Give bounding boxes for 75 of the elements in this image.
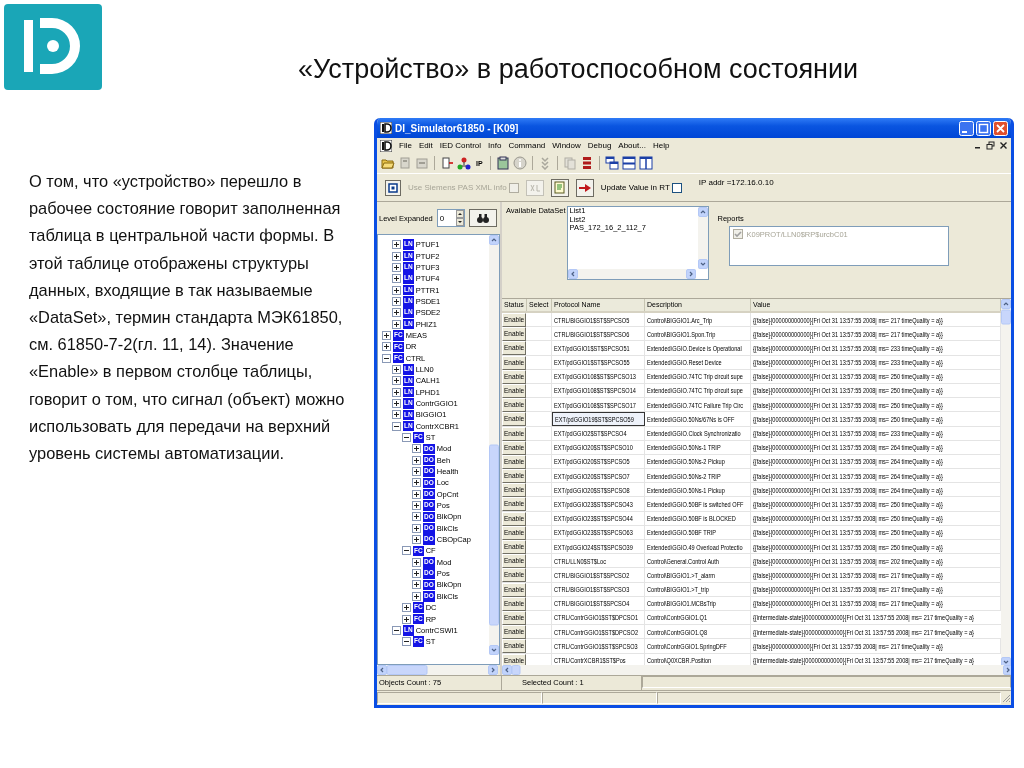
expand-icon[interactable] <box>392 364 401 374</box>
expand-icon[interactable] <box>412 523 421 533</box>
expand-icon[interactable] <box>392 240 401 250</box>
expand-icon[interactable] <box>392 262 401 272</box>
collapse-icon[interactable] <box>392 421 401 431</box>
expand-icon[interactable] <box>382 330 391 340</box>
scrollbar[interactable] <box>698 207 709 269</box>
collapse-icon[interactable] <box>402 546 411 556</box>
checkbox-label: Update Value in RT <box>600 183 670 192</box>
menu-item[interactable]: Window <box>552 141 581 150</box>
expand-icon[interactable] <box>402 614 411 624</box>
expand-icon[interactable] <box>392 376 401 386</box>
expand-icon[interactable] <box>392 319 401 329</box>
menu-item[interactable]: Command <box>508 141 546 150</box>
expand-icon[interactable] <box>412 569 421 579</box>
folder-icon[interactable] <box>381 156 395 170</box>
plug-icon[interactable] <box>440 156 454 170</box>
expand-icon[interactable] <box>412 580 421 590</box>
menu-item[interactable]: IED Control <box>439 141 482 150</box>
document-button[interactable] <box>550 178 569 197</box>
expand-icon[interactable] <box>392 285 401 295</box>
expand-icon[interactable] <box>412 444 421 454</box>
spinner-icon[interactable] <box>455 210 464 226</box>
menu-item[interactable]: Edit <box>418 141 433 150</box>
checkbox[interactable] <box>671 182 682 193</box>
expand-icon[interactable] <box>402 603 411 613</box>
binoculars-button[interactable] <box>468 209 497 227</box>
collapse-icon[interactable] <box>392 625 401 635</box>
target-button[interactable] <box>385 179 401 196</box>
expand-icon[interactable] <box>412 501 421 511</box>
arrow-button[interactable] <box>575 178 594 197</box>
scrollbar[interactable] <box>1001 299 1011 667</box>
expand-icon[interactable] <box>392 296 401 306</box>
expand-icon[interactable] <box>412 591 421 601</box>
expand-icon[interactable] <box>392 274 401 284</box>
slide-text: О том, что «устройство» перешло в рабочее состояние говорит заполненная таблица в центральной части формы. В этой таблице отображены структуры данных, входящие в так называемые «DataSet», термин стандарта МЭК61850, см. 61850-7-2(гл. 11, 14). Значение «Enable» в первом столбце таблицы, говорит о том, что сигнал (объект) можно использовать для передачи на верхний уровень системы автоматизации. <box>29 171 346 465</box>
menu-item[interactable]: File <box>399 141 412 150</box>
window-title: DI_Simulator61850 - [K09] <box>395 122 519 134</box>
expand-icon[interactable] <box>412 535 421 545</box>
clipboard-icon[interactable] <box>495 156 510 170</box>
tile-icon[interactable] <box>638 156 653 170</box>
scrollbar[interactable] <box>377 665 498 675</box>
expand-icon[interactable] <box>412 455 421 465</box>
menu-item[interactable]: About... <box>618 141 646 150</box>
menu-item[interactable]: Help <box>652 141 670 150</box>
maximize-icon[interactable] <box>976 120 991 136</box>
collapse-icon[interactable] <box>382 353 391 363</box>
menu-item[interactable]: Info <box>488 141 502 150</box>
spin-field[interactable]: 0 <box>436 209 465 227</box>
expand-icon[interactable] <box>412 467 421 477</box>
expand-icon[interactable] <box>382 342 391 352</box>
tile-icon[interactable] <box>621 156 636 170</box>
restore-icon[interactable] <box>986 141 995 150</box>
slide-title: «Устройство» в работоспособном состоянии <box>298 54 859 85</box>
network-icon[interactable] <box>457 156 471 170</box>
collapse-icon[interactable] <box>402 637 411 647</box>
collapse-icon[interactable] <box>402 433 411 442</box>
expand-icon[interactable] <box>412 478 421 488</box>
scrollbar[interactable] <box>568 269 697 279</box>
cascade-icon[interactable] <box>604 156 619 170</box>
expand-icon[interactable] <box>392 251 401 261</box>
expand-icon[interactable] <box>392 410 401 420</box>
expand-icon[interactable] <box>412 557 421 567</box>
expand-icon[interactable] <box>412 512 421 522</box>
expand-icon[interactable] <box>392 399 401 408</box>
expand-icon[interactable] <box>392 387 401 397</box>
grip-icon[interactable] <box>1001 693 1011 703</box>
expand-icon[interactable] <box>412 489 421 499</box>
scrollbar[interactable] <box>489 235 499 655</box>
app-icon <box>380 122 392 134</box>
scrollbar[interactable] <box>502 665 1011 675</box>
menu-item[interactable]: Debug <box>587 141 612 150</box>
expand-icon[interactable] <box>392 308 401 318</box>
ip-address: IP addr =172.16.0.10 <box>698 178 774 187</box>
close-icon[interactable] <box>999 141 1008 150</box>
